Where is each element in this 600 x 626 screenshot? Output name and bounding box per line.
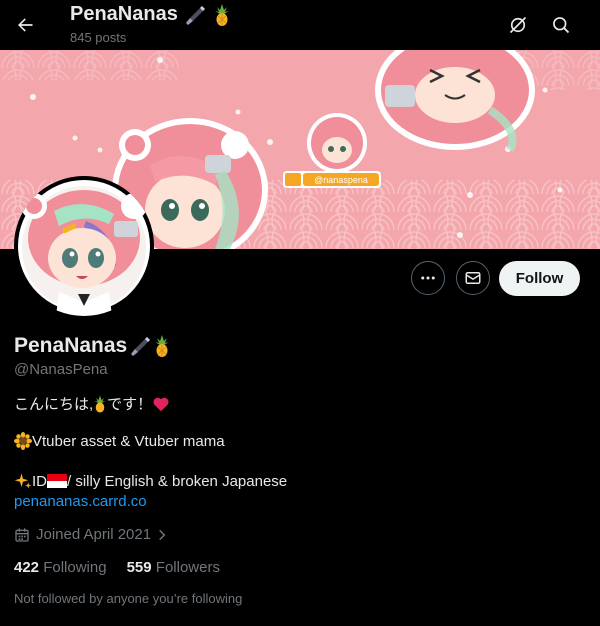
- envelope-icon: [465, 272, 481, 284]
- pineapple-emoji-icon: [214, 3, 229, 26]
- follow-stats: 422 Following 559 Followers: [14, 559, 240, 576]
- search-button[interactable]: [544, 8, 578, 42]
- more-dots-icon: [421, 276, 435, 280]
- followers-count: 559: [126, 559, 152, 576]
- not-followed-note: Not followed by anyone you’re following: [14, 591, 243, 606]
- profile-website-link[interactable]: penananas.carrd.co: [14, 493, 147, 510]
- message-button[interactable]: [456, 261, 490, 295]
- avatar-image: [14, 176, 154, 316]
- bio-id-prefix: ID: [32, 472, 47, 490]
- bio-line-greeting: こんにちは, です！: [14, 393, 170, 414]
- bio-role-text: Vtuber asset & Vtuber mama: [32, 432, 225, 450]
- post-count: 845 posts: [70, 30, 127, 45]
- grok-icon: [509, 16, 527, 34]
- bio-greeting-text: こんにちは,: [14, 396, 94, 413]
- followers-link[interactable]: 559 Followers: [127, 559, 220, 576]
- header-title: PenaNanas: [70, 3, 231, 26]
- brush-emoji-icon: [186, 5, 206, 25]
- indonesia-flag-icon: [47, 474, 67, 488]
- following-link[interactable]: 422 Following: [14, 559, 107, 576]
- profile-avatar[interactable]: [14, 176, 154, 316]
- sunflower-emoji-icon: [14, 432, 32, 450]
- banner-badge-text: @nanaspena: [314, 175, 368, 185]
- bio-line-languages: ID / silly English & broken Japanese: [14, 472, 287, 490]
- follow-button[interactable]: Follow: [499, 261, 580, 296]
- back-button[interactable]: [8, 8, 42, 42]
- arrow-left-icon: [18, 18, 33, 32]
- chevron-right-icon: [159, 529, 166, 540]
- calendar-icon: [15, 527, 29, 542]
- bio-languages-text: / silly English & broken Japanese: [67, 472, 288, 490]
- following-label: Following: [43, 559, 107, 576]
- profile-name: PenaNanas: [14, 334, 171, 358]
- profile-name-text: PenaNanas: [14, 334, 128, 357]
- top-bar: PenaNanas 845 posts: [0, 0, 600, 50]
- joined-text: Joined April 2021: [36, 526, 152, 543]
- more-button[interactable]: [411, 261, 445, 295]
- profile-handle: @NanasPena: [14, 361, 108, 378]
- sparkles-emoji-icon: [14, 473, 32, 489]
- header-title-text: PenaNanas: [70, 3, 178, 25]
- red-heart-emoji-icon: [153, 397, 169, 411]
- search-icon: [553, 17, 570, 34]
- bio-line-role: Vtuber asset & Vtuber mama: [14, 432, 225, 450]
- followers-label: Followers: [155, 559, 220, 576]
- bio-greeting-tail: です！: [107, 396, 153, 413]
- brush-emoji-icon: [131, 337, 151, 356]
- following-count: 422: [14, 559, 40, 576]
- pineapple-emoji-icon: [94, 394, 106, 413]
- joined-date[interactable]: Joined April 2021: [14, 526, 169, 543]
- pineapple-emoji-icon: [155, 335, 170, 357]
- grok-button[interactable]: [501, 8, 535, 42]
